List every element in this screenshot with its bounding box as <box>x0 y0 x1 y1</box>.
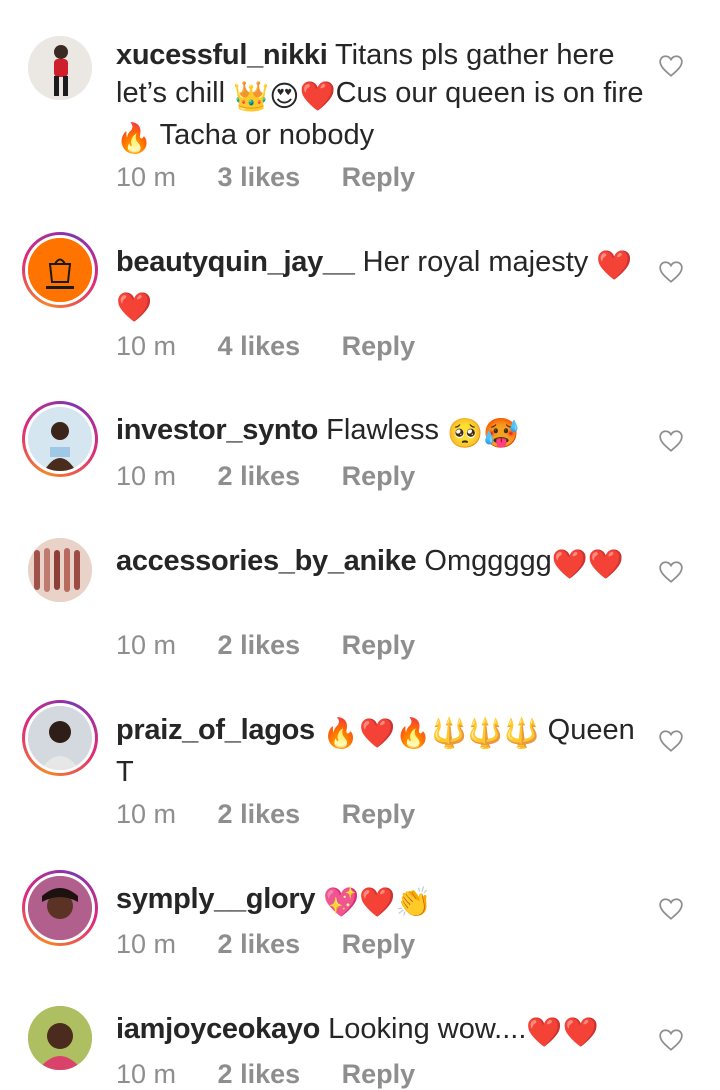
heart-outline-icon[interactable] <box>658 1028 684 1052</box>
likes-count[interactable]: 2 likes <box>218 799 301 830</box>
reply-button[interactable]: Reply <box>342 929 416 960</box>
avatar[interactable] <box>22 401 98 477</box>
timestamp: 10 m <box>116 799 177 829</box>
comment-meta: 10 m 2 likes Reply <box>116 461 415 492</box>
reply-button[interactable]: Reply <box>342 1059 416 1090</box>
heart-outline-icon[interactable] <box>658 729 684 753</box>
avatar[interactable] <box>22 700 98 776</box>
avatar[interactable] <box>22 870 98 946</box>
avatar[interactable] <box>22 30 98 106</box>
pleading-face-emoji: 🥺 <box>447 418 484 450</box>
brand-logo-icon <box>28 238 92 302</box>
comment-text: iamjoyceokayo Looking wow....❤️❤️ <box>116 1010 646 1052</box>
comment-text: investor_synto Flawless 🥺🥵 <box>116 411 646 453</box>
username[interactable]: beautyquin_jay__ <box>116 246 355 278</box>
heart-eyes-emoji: 😍 <box>269 81 300 113</box>
username[interactable]: accessories_by_anike <box>116 545 417 577</box>
red-heart-emoji: ❤️ <box>551 549 588 581</box>
avatar-photo-icon <box>28 706 92 770</box>
likes-count[interactable]: 2 likes <box>218 630 301 661</box>
likes-count[interactable]: 3 likes <box>218 162 301 193</box>
username[interactable]: symply__glory <box>116 883 316 915</box>
timestamp: 10 m <box>116 461 177 491</box>
avatar-photo-icon <box>28 407 92 471</box>
red-heart-emoji: ❤️ <box>562 1017 599 1049</box>
fire-emoji: 🔥 <box>395 718 432 750</box>
comment-meta: 10 m 4 likes Reply <box>116 331 415 362</box>
likes-count[interactable]: 4 likes <box>218 331 301 362</box>
red-heart-emoji: ❤️ <box>359 718 396 750</box>
avatar-photo-icon <box>28 876 92 940</box>
comment-text: accessories_by_anike Omggggg❤️❤️ <box>116 542 646 584</box>
red-heart-emoji: ❤️ <box>596 250 633 282</box>
comment-text: beautyquin_jay__ Her royal majesty ❤️❤️ <box>116 243 646 327</box>
fire-emoji: 🔥 <box>116 123 153 155</box>
avatar[interactable] <box>22 232 98 308</box>
comment-meta: 10 m 2 likes Reply <box>116 799 415 830</box>
username[interactable]: iamjoyceokayo <box>116 1013 320 1045</box>
comment-text: symply__glory 💖❤️👏 <box>116 880 646 922</box>
crown-emoji: 👑 <box>233 81 270 113</box>
trident-emoji: 🔱 <box>503 718 540 750</box>
avatar[interactable] <box>22 1000 98 1076</box>
red-heart-emoji: ❤️ <box>359 887 396 919</box>
clapping-hands-emoji: 👏 <box>395 887 432 919</box>
timestamp: 10 m <box>116 331 177 361</box>
heart-outline-icon[interactable] <box>658 897 684 921</box>
red-heart-emoji: ❤️ <box>587 549 624 581</box>
sparkling-heart-emoji: 💖 <box>323 887 360 919</box>
reply-button[interactable]: Reply <box>342 162 416 193</box>
avatar-photo-icon <box>28 1006 92 1070</box>
comment-meta: 10 m 2 likes Reply <box>116 1059 415 1090</box>
comment-text: xucessful_nikki Titans pls gather here l… <box>116 36 646 158</box>
timestamp: 10 m <box>116 162 177 192</box>
heart-outline-icon[interactable] <box>658 260 684 284</box>
username[interactable]: praiz_of_lagos <box>116 714 315 746</box>
comment-meta: 10 m 3 likes Reply <box>116 162 415 193</box>
comment-meta: 10 m 2 likes Reply <box>116 929 415 960</box>
avatar-photo-icon <box>28 36 92 100</box>
trident-emoji: 🔱 <box>467 718 504 750</box>
reply-button[interactable]: Reply <box>342 461 416 492</box>
red-heart-emoji: ❤️ <box>299 81 336 113</box>
reply-button[interactable]: Reply <box>342 630 416 661</box>
red-heart-emoji: ❤️ <box>116 292 153 324</box>
reply-button[interactable]: Reply <box>342 331 416 362</box>
timestamp: 10 m <box>116 929 177 959</box>
username[interactable]: investor_synto <box>116 414 318 446</box>
heart-outline-icon[interactable] <box>658 429 684 453</box>
bracelets-photo-icon <box>28 538 92 602</box>
comment-text: praiz_of_lagos 🔥❤️🔥🔱🔱🔱 Queen T <box>116 714 635 788</box>
likes-count[interactable]: 2 likes <box>218 929 301 960</box>
comment-meta: 10 m 2 likes Reply <box>116 630 415 661</box>
red-heart-emoji: ❤️ <box>526 1017 563 1049</box>
avatar[interactable] <box>22 532 98 608</box>
fire-emoji: 🔥 <box>322 718 360 750</box>
likes-count[interactable]: 2 likes <box>218 1059 301 1090</box>
hot-face-emoji: 🥵 <box>483 418 520 450</box>
username[interactable]: xucessful_nikki <box>116 39 328 71</box>
reply-button[interactable]: Reply <box>342 799 416 830</box>
heart-outline-icon[interactable] <box>658 560 684 584</box>
trident-emoji: 🔱 <box>431 718 468 750</box>
timestamp: 10 m <box>116 1059 177 1089</box>
heart-outline-icon[interactable] <box>658 54 684 78</box>
timestamp: 10 m <box>116 630 177 660</box>
likes-count[interactable]: 2 likes <box>218 461 301 492</box>
